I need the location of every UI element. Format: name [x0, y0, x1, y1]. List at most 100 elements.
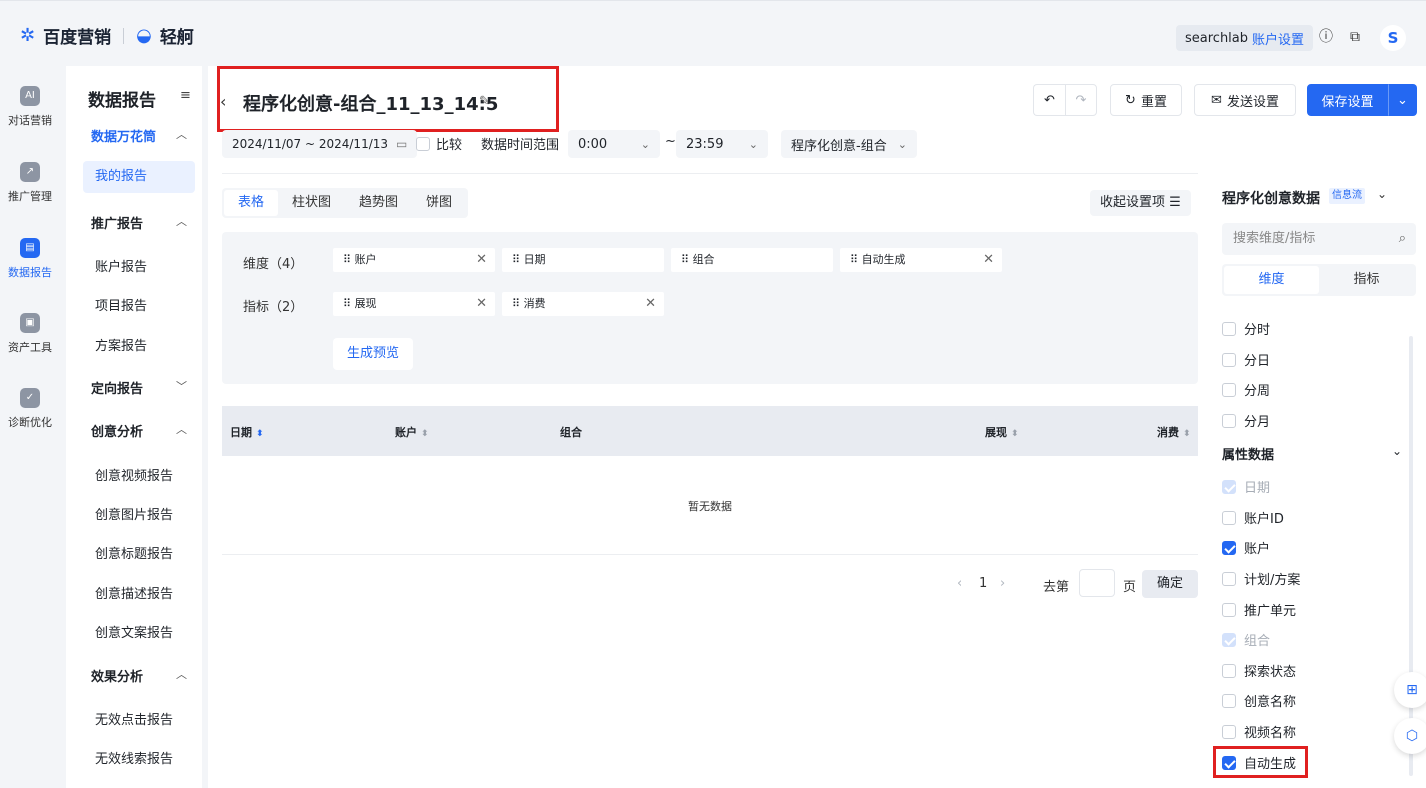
sidebar-group-kaleidoscope[interactable]: 数据万花筒 ︿ — [91, 126, 187, 145]
sort-icon[interactable]: ⬍ — [1183, 429, 1191, 439]
sort-icon[interactable]: ⬍ — [421, 429, 429, 439]
dimension-chip[interactable]: ⠿ 日期 — [502, 248, 664, 272]
option-checkbox[interactable] — [1222, 413, 1236, 428]
option-checkbox[interactable] — [1222, 352, 1236, 367]
option-weekly[interactable]: 分周 — [1222, 380, 1270, 399]
option-ad-unit[interactable]: 推广单元 — [1222, 600, 1296, 619]
undo-button[interactable]: ↶ — [1033, 84, 1065, 116]
sort-icon[interactable]: ⬍ — [1011, 429, 1019, 439]
tab-table[interactable]: 表格 — [224, 190, 279, 216]
link-icon[interactable]: ⧉ — [1346, 28, 1364, 46]
reset-button[interactable]: ↻ 重置 — [1110, 84, 1182, 116]
option-video-name[interactable]: 视频名称 — [1222, 722, 1296, 741]
column-header-account[interactable]: 账户 ⬍ — [395, 424, 429, 440]
redo-button[interactable]: ↷ — [1065, 84, 1097, 116]
dimension-chip[interactable]: ⠿ 账户 ✕ — [333, 248, 495, 272]
help-icon[interactable]: ⓘ — [1317, 28, 1335, 46]
date-range-picker[interactable]: 2024/11/07 ~ 2024/11/13 ▭ — [222, 130, 418, 158]
option-plan[interactable]: 计划/方案 — [1222, 569, 1300, 588]
avatar[interactable]: S — [1380, 25, 1406, 51]
page-number-input[interactable] — [1079, 569, 1115, 597]
option-daily[interactable]: 分日 — [1222, 350, 1270, 369]
current-page[interactable]: 1 — [979, 576, 987, 591]
assistant-float-button[interactable]: ⬡ — [1394, 718, 1426, 754]
option-account[interactable]: 账户 — [1222, 538, 1270, 557]
compare-checkbox[interactable] — [416, 136, 430, 151]
collapse-settings-button[interactable]: 收起设置项 ☰ — [1090, 190, 1191, 216]
next-page-icon[interactable]: › — [1000, 576, 1005, 591]
sidebar-item-desc-report[interactable]: 创意描述报告 — [95, 583, 173, 602]
close-icon[interactable]: ✕ — [476, 248, 487, 272]
sidebar-group-promotion[interactable]: 推广报告 ︿ — [91, 213, 187, 232]
account-settings-link[interactable]: 账户设置 — [1252, 29, 1304, 48]
right-panel-scrollbar[interactable] — [1409, 336, 1413, 776]
sort-icon[interactable]: ⬍ — [256, 429, 264, 439]
sidebar-item-video-report[interactable]: 创意视频报告 — [95, 465, 173, 484]
close-icon[interactable]: ✕ — [645, 292, 656, 316]
time-to-select[interactable]: 23:59 ⌄ — [676, 130, 768, 158]
option-checkbox[interactable] — [1222, 693, 1236, 708]
option-checkbox[interactable] — [1222, 663, 1236, 678]
dimension-chip[interactable]: ⠿ 组合 — [671, 248, 833, 272]
save-settings-button[interactable]: 保存设置 — [1307, 84, 1388, 116]
send-settings-button[interactable]: ✉ 发送设置 — [1194, 84, 1296, 116]
metric-chip[interactable]: ⠿ 消费 ✕ — [502, 292, 664, 316]
generate-preview-button[interactable]: 生成预览 — [333, 338, 414, 370]
tab-trend-chart[interactable]: 趋势图 — [345, 190, 412, 216]
sidebar-item-copy-report[interactable]: 创意文案报告 — [95, 622, 173, 641]
seg-dimension[interactable]: 维度 — [1224, 266, 1319, 294]
nav-item-assets[interactable]: ▣ 资产工具 — [0, 313, 60, 355]
save-dropdown-button[interactable]: ⌄ — [1388, 84, 1417, 116]
option-checkbox[interactable] — [1222, 602, 1236, 617]
option-checkbox[interactable] — [1222, 510, 1236, 525]
sidebar-item-project-report[interactable]: 项目报告 — [95, 295, 147, 314]
compare-toggle[interactable]: 比较 — [416, 134, 462, 153]
chevron-down-icon[interactable]: ⌄ — [1377, 187, 1387, 201]
tab-pie-chart[interactable]: 饼图 — [412, 190, 466, 216]
sidebar-item-title-report[interactable]: 创意标题报告 — [95, 543, 173, 562]
dimension-search-input[interactable]: 搜索维度/指标 ⌕ — [1222, 223, 1416, 255]
page-confirm-button[interactable]: 确定 — [1142, 570, 1198, 598]
option-hourly[interactable]: 分时 — [1222, 319, 1270, 338]
sidebar-group-creative[interactable]: 创意分析 ︿ — [91, 421, 187, 440]
nav-item-diagnosis[interactable]: ✓ 诊断优化 — [0, 388, 60, 430]
sidebar-group-effect[interactable]: 效果分析 ︿ — [91, 666, 187, 685]
dimension-chip[interactable]: ⠿ 自动生成 ✕ — [840, 248, 1002, 272]
option-checkbox[interactable] — [1222, 540, 1236, 555]
sidebar-item-image-report[interactable]: 创意图片报告 — [95, 504, 173, 523]
prev-page-icon[interactable]: ‹ — [957, 576, 962, 591]
column-header-impressions[interactable]: 展现 ⬍ — [985, 424, 1019, 440]
option-checkbox[interactable] — [1222, 724, 1236, 739]
close-icon[interactable]: ✕ — [476, 292, 487, 316]
sidebar-item-invalid-click-report[interactable]: 无效点击报告 — [95, 709, 173, 728]
nav-item-promotion[interactable]: ↗ 推广管理 — [0, 162, 60, 204]
column-header-cost[interactable]: 消费 ⬍ — [1157, 424, 1191, 440]
metric-chip[interactable]: ⠿ 展现 ✕ — [333, 292, 495, 316]
option-account-id[interactable]: 账户ID — [1222, 508, 1284, 527]
sidebar-group-targeting[interactable]: 定向报告 ﹀ — [91, 378, 187, 397]
brand-logo[interactable]: ✲ 百度营销 ◒ 轻舸 — [20, 23, 194, 48]
option-checkbox[interactable] — [1222, 571, 1236, 586]
column-header-date[interactable]: 日期 ⬍ — [230, 424, 264, 440]
sidebar-item-account-report[interactable]: 账户报告 — [95, 256, 147, 275]
time-from-select[interactable]: 0:00 ⌄ — [568, 130, 660, 158]
close-icon[interactable]: ✕ — [983, 248, 994, 272]
account-box: searchlab 账户设置 — [1176, 25, 1314, 51]
attribute-group-header[interactable]: 属性数据 ⌄ — [1222, 444, 1402, 463]
option-monthly[interactable]: 分月 — [1222, 411, 1270, 430]
report-type-select[interactable]: 程序化创意-组合 ⌄ — [781, 130, 917, 158]
sidebar-item-my-report[interactable]: 我的报告 — [83, 161, 195, 193]
sidebar-item-invalid-lead-report[interactable]: 无效线索报告 — [95, 748, 173, 767]
sidebar-item-plan-report[interactable]: 方案报告 — [95, 335, 147, 354]
option-checkbox[interactable] — [1222, 382, 1236, 397]
option-explore-status[interactable]: 探索状态 — [1222, 661, 1296, 680]
sidebar-toggle-icon[interactable]: ≡ — [180, 88, 191, 103]
feedback-float-button[interactable]: ⊞ — [1394, 672, 1426, 708]
option-checkbox[interactable] — [1222, 321, 1236, 336]
tab-bar-chart[interactable]: 柱状图 — [278, 190, 345, 216]
option-creative-name[interactable]: 创意名称 — [1222, 691, 1296, 710]
search-icon[interactable]: ⌕ — [1399, 223, 1406, 255]
seg-metric[interactable]: 指标 — [1319, 266, 1414, 294]
nav-item-report[interactable]: ▤ 数据报告 — [0, 238, 60, 280]
nav-item-conversation[interactable]: AI 对话营销 — [0, 86, 60, 128]
